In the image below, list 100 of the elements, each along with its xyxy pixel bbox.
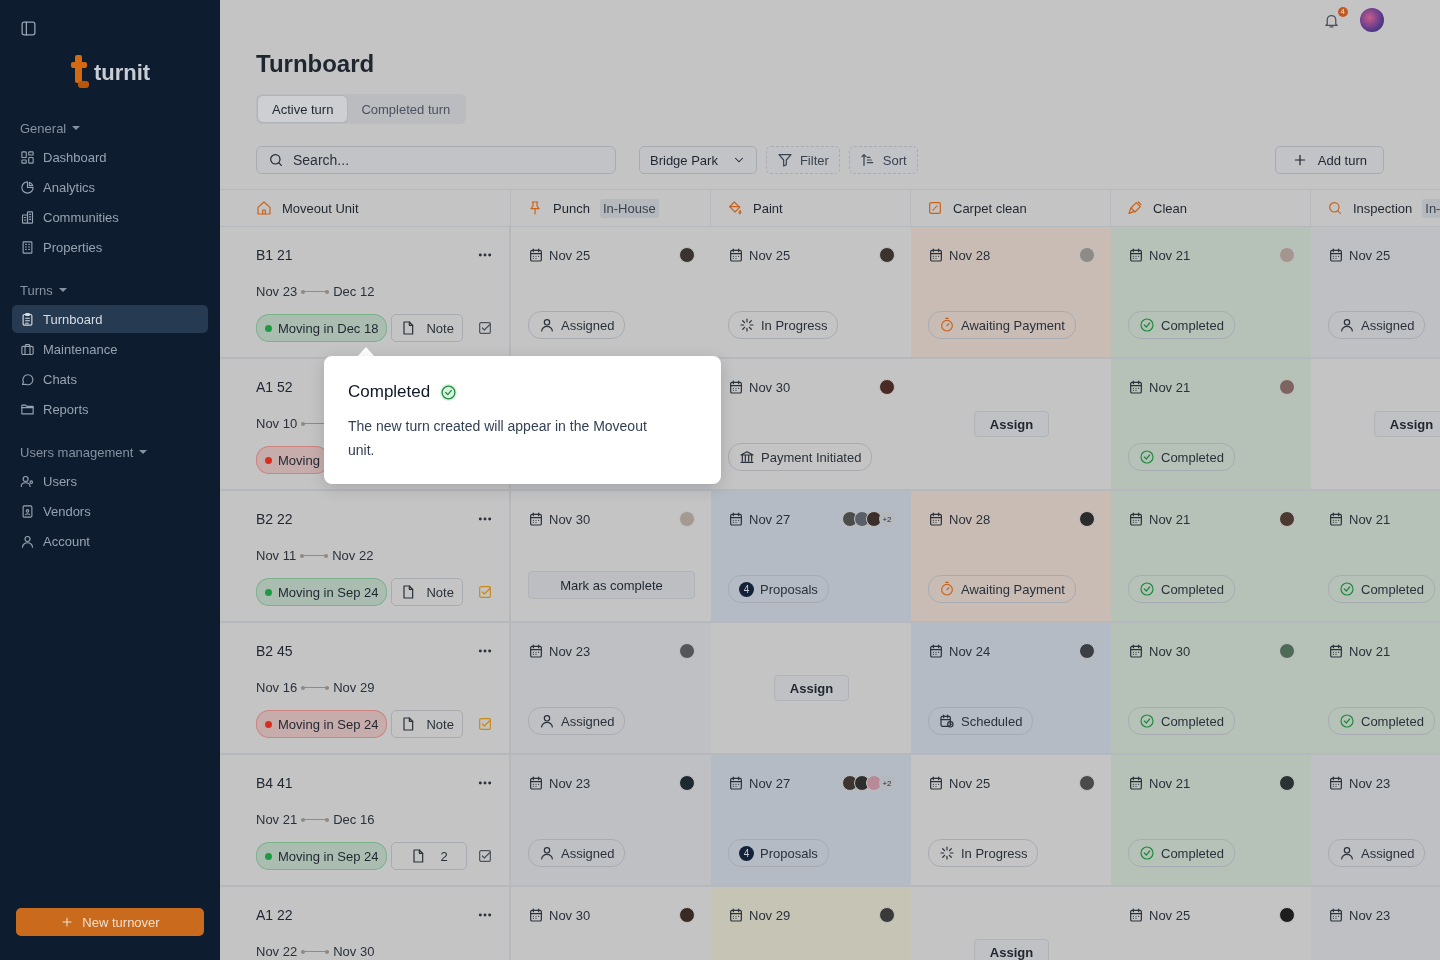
assign-button[interactable]: Assign	[973, 411, 1050, 437]
status-label: Completed	[1361, 581, 1424, 597]
status-label: Completed	[1361, 713, 1424, 729]
check-circle-icon	[1139, 581, 1155, 597]
mark-complete-button[interactable]: Mark as complete	[528, 571, 695, 599]
brush-icon	[1127, 200, 1143, 216]
task-date: Nov 23	[549, 643, 591, 659]
column-title: Paint	[753, 200, 783, 216]
sidebar-item[interactable]: Properties	[12, 233, 208, 261]
task-date: Nov 23	[1349, 907, 1391, 923]
status-label: Completed	[1161, 317, 1224, 333]
note-button[interactable]: Note	[391, 314, 463, 342]
tab[interactable]: Active turn	[258, 96, 348, 122]
community-dropdown[interactable]: Bridge Park	[639, 146, 757, 174]
status-label: Proposals	[760, 845, 818, 861]
move-in-label: Moving in Sep 24	[278, 716, 379, 732]
task-date: Nov 23	[1349, 775, 1391, 791]
calendar-icon	[1328, 643, 1344, 659]
pie-chart-icon	[20, 179, 35, 195]
calendar-icon	[928, 775, 944, 791]
more-avatars-count: +2	[879, 511, 895, 527]
calendar-icon	[1328, 247, 1344, 263]
dashboard-icon	[20, 149, 35, 165]
status-label: Payment Initiated	[761, 449, 862, 465]
start-date: Nov 23	[256, 284, 298, 299]
calendar-icon	[528, 643, 544, 659]
assign-button[interactable]: Assign	[973, 939, 1050, 960]
start-date: Nov 10	[256, 416, 298, 431]
task-date: Nov 21	[1149, 775, 1191, 791]
check-circle-icon	[1339, 713, 1355, 729]
calendar-icon	[928, 247, 944, 263]
user-icon	[539, 713, 555, 729]
tab[interactable]: Completed turn	[347, 96, 465, 122]
search-field[interactable]: Search...	[256, 146, 616, 174]
assign-button[interactable]: Assign	[1373, 411, 1440, 437]
sidebar-item[interactable]: Users	[12, 467, 208, 495]
status-label: Assigned	[1361, 317, 1415, 333]
search-icon	[1327, 200, 1343, 216]
sidebar-item[interactable]: Reports	[12, 395, 208, 423]
calendar-icon	[728, 379, 744, 395]
assign-button[interactable]: Assign	[773, 675, 850, 701]
date-connector	[301, 819, 330, 820]
sort-button[interactable]: Sort	[848, 146, 918, 174]
calendar-icon	[928, 511, 944, 527]
date-connector	[301, 687, 330, 688]
checkbox-icon[interactable]	[477, 848, 493, 864]
add-turn-button[interactable]: Add turn	[1274, 146, 1384, 174]
tooltip-title: Completed	[348, 382, 431, 402]
pushpin-icon	[527, 200, 543, 216]
sidebar-item[interactable]: Analytics	[12, 173, 208, 201]
calendar-icon	[928, 643, 944, 659]
users-icon	[20, 473, 35, 489]
user-avatar[interactable]	[1360, 8, 1384, 32]
column-title: Inspection	[1353, 200, 1413, 216]
column-title: Punch	[553, 200, 590, 216]
note-button[interactable]: Note	[391, 710, 463, 738]
checkbox-icon[interactable]	[477, 716, 493, 732]
unit-name: A1 52	[256, 379, 293, 395]
task-date: Nov 28	[949, 511, 991, 527]
caret-icon	[72, 126, 81, 130]
sidebar-item[interactable]: Maintenance	[12, 335, 208, 363]
sidebar-item[interactable]: Turnboard	[12, 305, 208, 333]
task-date: Nov 30	[749, 379, 791, 395]
nav-group-header[interactable]: General	[12, 113, 89, 143]
calendar-icon	[1328, 511, 1344, 527]
task-date: Nov 25	[549, 247, 591, 263]
id-badge-icon	[20, 503, 35, 519]
sidebar-item[interactable]: Dashboard	[12, 143, 208, 171]
proposal-count: 4	[739, 581, 754, 597]
start-date: Nov 21	[256, 812, 298, 827]
user-icon	[20, 533, 35, 549]
sidebar-item[interactable]: Communities	[12, 203, 208, 231]
check-circle-icon	[1139, 317, 1155, 333]
sidebar-toggle-icon[interactable]	[20, 20, 37, 37]
column-title: Moveout Unit	[282, 200, 359, 216]
status-label: In Progress	[961, 845, 1028, 861]
nav-group-header[interactable]: Turns	[12, 275, 75, 305]
folder-icon	[20, 401, 35, 417]
sidebar-item[interactable]: Vendors	[12, 497, 208, 525]
task-date: Nov 27	[749, 511, 791, 527]
checkbox-icon[interactable]	[477, 320, 493, 336]
note-button[interactable]: Note	[391, 578, 463, 606]
start-date: Nov 16	[256, 680, 298, 695]
checkbox-icon[interactable]	[477, 584, 493, 600]
task-date: Nov 21	[1149, 511, 1191, 527]
task-date: Nov 24	[949, 643, 991, 659]
filter-button[interactable]: Filter	[765, 146, 840, 174]
paint-bucket-icon	[727, 200, 743, 216]
tooltip-text: The new turn created will appear in the Moveout unit.	[348, 417, 648, 460]
square-icon	[927, 200, 943, 216]
proposal-count: 4	[739, 845, 754, 861]
task-date: Nov 30	[549, 511, 591, 527]
note-button[interactable]: 2	[391, 842, 467, 870]
nav-group-header[interactable]: Users management	[12, 437, 156, 467]
task-date: Nov 23	[549, 775, 591, 791]
calendar-icon	[528, 247, 544, 263]
calendar-icon	[728, 775, 744, 791]
sidebar-item[interactable]: Account	[12, 527, 208, 555]
sidebar-item[interactable]: Chats	[12, 365, 208, 393]
more-avatars-count: +2	[879, 775, 895, 791]
